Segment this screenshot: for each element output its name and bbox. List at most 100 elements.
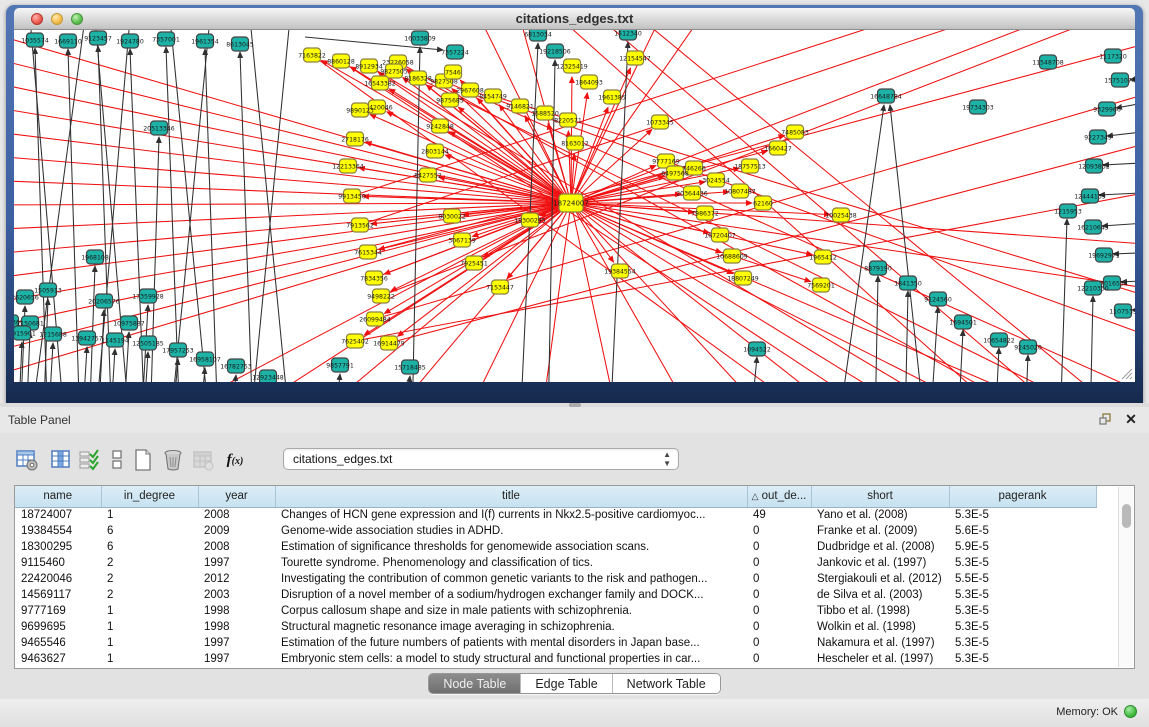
column-header-title[interactable]: title [275, 486, 747, 507]
table-cell[interactable]: 2 [101, 587, 198, 603]
graph-edge[interactable] [905, 291, 908, 382]
table-row[interactable]: 969969511998Structural magnetic resonanc… [15, 619, 1096, 635]
table-cell[interactable]: Corpus callosum shape and size in male p… [275, 603, 747, 619]
graph-edge[interactable] [335, 374, 340, 382]
graph-edge[interactable] [48, 343, 53, 382]
table-cell[interactable]: 0 [747, 635, 811, 651]
graph-edge[interactable] [14, 203, 571, 230]
table-cell[interactable]: 9115460 [15, 555, 101, 571]
window-resize-grip[interactable] [1120, 367, 1133, 380]
table-cell[interactable]: Estimation of the future numbers of pati… [275, 635, 747, 651]
table-cell[interactable]: 5.3E-5 [949, 507, 1096, 523]
graph-edge[interactable] [82, 347, 87, 382]
graph-edge[interactable] [540, 203, 571, 382]
graph-edge[interactable] [930, 307, 938, 382]
table-cell[interactable]: 6 [101, 523, 198, 539]
table-cell[interactable]: 0 [747, 619, 811, 635]
memory-indicator[interactable]: Memory: OK [1056, 705, 1137, 718]
table-cell[interactable]: 2008 [198, 539, 275, 555]
graph-edge[interactable] [366, 142, 571, 203]
column-header-year[interactable]: year [198, 486, 275, 507]
table-cell[interactable]: Disruption of a novel member of a sodium… [275, 587, 747, 603]
table-cell[interactable]: 2009 [198, 523, 275, 539]
table-cell[interactable]: Dudbridge et al. (2008) [811, 539, 949, 555]
table-row[interactable]: 946362711997Embryonic stem cells: a mode… [15, 651, 1096, 667]
table-cell[interactable]: Estimation of significance thresholds fo… [275, 539, 747, 555]
table-cell[interactable]: 0 [747, 539, 811, 555]
table-cell[interactable]: Changes of HCN gene expression and I(f) … [275, 507, 747, 523]
graph-edge[interactable] [389, 140, 1135, 343]
table-cell[interactable]: Wolkin et al. (1998) [811, 619, 949, 635]
table-cell[interactable]: 9465546 [15, 635, 101, 651]
graph-edge[interactable] [98, 46, 112, 382]
graph-edge[interactable] [404, 376, 410, 382]
table-cell[interactable]: 18724007 [15, 507, 101, 523]
table-cell[interactable]: Franke et al. (2009) [811, 523, 949, 539]
graph-edge[interactable] [110, 349, 115, 382]
table-cell[interactable]: 9777169 [15, 603, 101, 619]
table-cell[interactable]: 1 [101, 635, 198, 651]
table-cell[interactable]: Tibbo et al. (1998) [811, 603, 949, 619]
graph-edge[interactable] [14, 203, 571, 280]
table-cell[interactable]: 0 [747, 603, 811, 619]
table-cell[interactable]: 1997 [198, 635, 275, 651]
table-cell[interactable]: 1 [101, 619, 198, 635]
table-cell[interactable]: Structural magnetic resonance image aver… [275, 619, 747, 635]
table-cell[interactable]: 1998 [198, 603, 275, 619]
table-cell[interactable]: 9699695 [15, 619, 101, 635]
table-cell[interactable]: 5.3E-5 [949, 587, 1096, 603]
table-cell[interactable]: 2 [101, 571, 198, 587]
table-cell[interactable]: 22420046 [15, 571, 101, 587]
graph-edge[interactable] [14, 203, 571, 205]
graph-edge[interactable] [14, 203, 571, 355]
table-row[interactable]: 1830029562008Estimation of significance … [15, 539, 1096, 555]
table-cell[interactable]: 5.3E-5 [949, 619, 1096, 635]
table-cell[interactable]: 0 [747, 651, 811, 667]
table-row[interactable]: 911546021997Tourette syndrome. Phenomeno… [15, 555, 1096, 571]
network-window[interactable]: citations_edges.txt 10355741669110912345… [6, 5, 1143, 403]
table-cell[interactable]: de Silva et al. (2003) [811, 587, 949, 603]
table-cell[interactable]: 1 [101, 507, 198, 523]
graph-edge[interactable] [98, 310, 104, 382]
table-cell[interactable]: 18300295 [15, 539, 101, 555]
table-cell[interactable]: 2012 [198, 571, 275, 587]
table-cell[interactable]: 1997 [198, 651, 275, 667]
table-cell[interactable]: Yano et al. (2008) [811, 507, 949, 523]
table-cell[interactable]: 0 [747, 571, 811, 587]
graph-edge[interactable] [995, 348, 999, 382]
table-cell[interactable]: 5.9E-5 [949, 539, 1096, 555]
network-window-titlebar[interactable]: citations_edges.txt [14, 8, 1135, 30]
table-cell[interactable]: 1 [101, 651, 198, 667]
column-header-pagerank[interactable]: pagerank [949, 486, 1096, 507]
graph-edge[interactable] [600, 30, 1080, 382]
graph-edge[interactable] [240, 52, 253, 382]
table-cell[interactable]: 5.3E-5 [949, 651, 1096, 667]
close-panel-icon[interactable]: ✕ [1123, 411, 1139, 427]
column-header-out_de[interactable]: △out_de... [747, 486, 811, 507]
table-cell[interactable]: 5.3E-5 [949, 555, 1096, 571]
graph-edge[interactable] [89, 266, 95, 382]
table-cell[interactable]: Stergiakouli et al. (2012) [811, 571, 949, 587]
graph-edge[interactable] [14, 203, 571, 380]
column-header-in_degree[interactable]: in_degree [101, 486, 198, 507]
table-cell[interactable]: 9463627 [15, 651, 101, 667]
table-cell[interactable]: 0 [747, 587, 811, 603]
table-selector-dropdown[interactable]: citations_edges.txt ▲▼ [283, 448, 679, 470]
graph-edge[interactable] [14, 30, 571, 203]
table-row[interactable]: 977716911998Corpus callosum shape and si… [15, 603, 1096, 619]
table-cell[interactable]: Tourette syndrome. Phenomenology and cla… [275, 555, 747, 571]
merge-rows-icon[interactable] [104, 447, 130, 473]
table-cell[interactable]: 2008 [198, 507, 275, 523]
tab-node-table[interactable]: Node Table [429, 674, 521, 693]
table-cell[interactable]: 0 [747, 555, 811, 571]
table-row[interactable]: 1456911722003Disruption of a novel membe… [15, 587, 1096, 603]
delete-column-icon[interactable] [160, 447, 186, 473]
table-cell[interactable]: 2003 [198, 587, 275, 603]
scrollbar-thumb[interactable] [1122, 504, 1131, 528]
table-row[interactable]: 1872400712008Changes of HCN gene express… [15, 507, 1096, 523]
graph-edge[interactable] [750, 357, 757, 382]
table-cell[interactable]: 0 [747, 523, 811, 539]
table-row[interactable]: 1938455462009Genome-wide association stu… [15, 523, 1096, 539]
select-rows-icon[interactable] [76, 447, 102, 473]
table-cell[interactable]: 1998 [198, 619, 275, 635]
